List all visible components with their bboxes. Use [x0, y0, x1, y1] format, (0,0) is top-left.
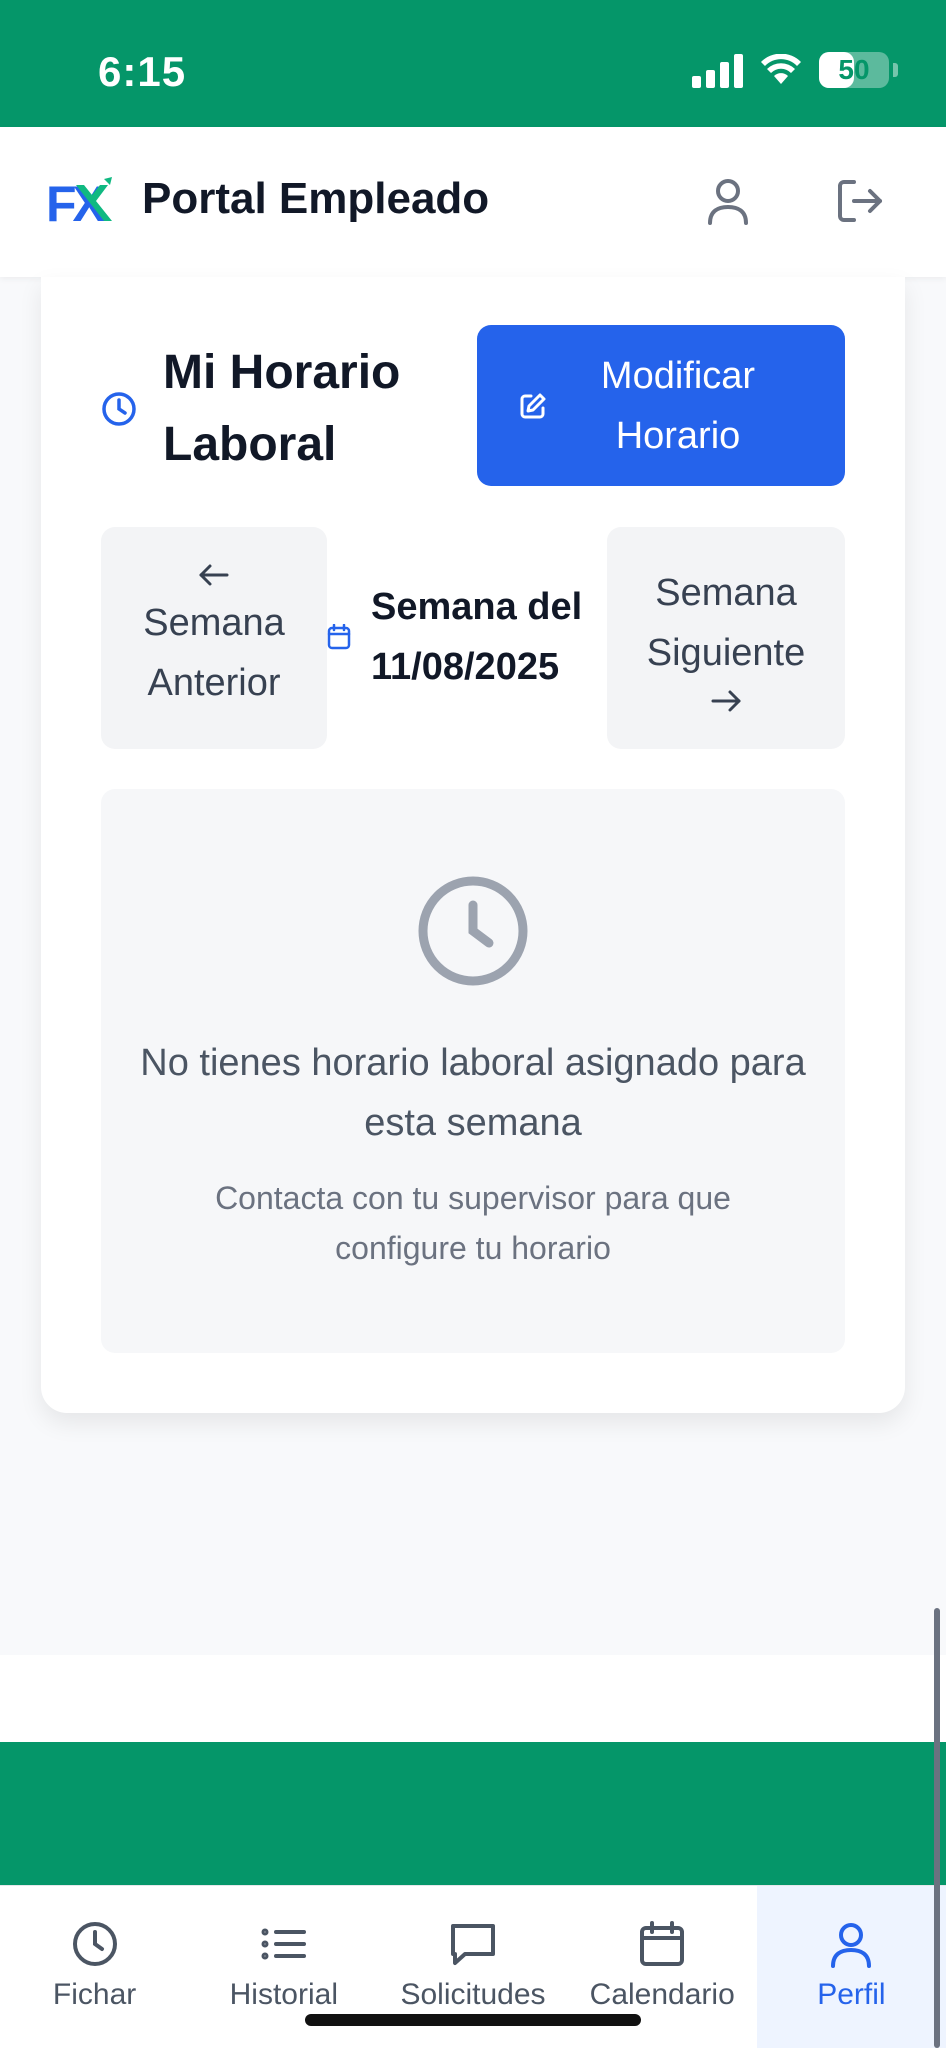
- week-indicator: Semana del 11/08/2025: [327, 577, 607, 697]
- tab-label: Fichar: [52, 1978, 137, 2011]
- logout-button[interactable]: [830, 171, 890, 231]
- clock-icon: [102, 392, 136, 426]
- home-indicator[interactable]: [305, 2014, 641, 2026]
- message-icon: [451, 1924, 495, 1965]
- user-icon: [831, 1923, 872, 1968]
- card-header: Mi Horario Laboral: [101, 337, 453, 481]
- clock-icon: [418, 876, 528, 986]
- footer-spacer: [0, 1655, 946, 1742]
- calendar-icon: [640, 1921, 685, 1966]
- status-icons: 50: [692, 52, 898, 88]
- app-title: Portal Empleado: [142, 174, 490, 223]
- arrow-left-icon: [199, 564, 229, 586]
- list-icon: [261, 1928, 306, 1960]
- next-week-button[interactable]: Semana Siguiente: [607, 527, 845, 749]
- next-week-label: Semana Siguiente: [646, 572, 806, 674]
- week-label: Semana del 11/08/2025: [371, 586, 583, 688]
- profile-button[interactable]: [698, 171, 758, 231]
- status-bar: 6:15 50: [0, 0, 946, 127]
- app-header: FX Portal Empleado: [0, 127, 946, 277]
- tab-label: Perfil: [817, 1978, 886, 2011]
- empty-state: No tienes horario laboral asignado para …: [101, 789, 845, 1353]
- card-title: Mi Horario Laboral: [163, 346, 401, 471]
- empty-state-title: No tienes horario laboral asignado para …: [140, 1042, 806, 1144]
- arrow-right-icon: [711, 690, 741, 712]
- user-icon: [708, 179, 748, 225]
- schedule-card: Mi Horario Laboral Modificar Horario Sem…: [41, 277, 905, 1413]
- tab-perfil[interactable]: Perfil: [756, 1886, 946, 2048]
- calendar-icon: [327, 624, 351, 650]
- clock-icon: [72, 1922, 117, 1966]
- logout-icon: [838, 180, 882, 222]
- tab-label: Calendario: [589, 1978, 735, 2011]
- previous-week-button[interactable]: Semana Anterior: [101, 527, 327, 749]
- empty-state-subtitle: Contacta con tu supervisor para que conf…: [215, 1180, 731, 1266]
- previous-week-label: Semana Anterior: [143, 602, 285, 704]
- fx-logo: FX: [46, 176, 112, 227]
- wifi-icon: [761, 54, 801, 84]
- scroll-indicator[interactable]: [934, 1608, 940, 2048]
- battery-icon: 50: [819, 52, 889, 88]
- footer-band: [0, 1742, 946, 1885]
- battery-percentage: 50: [838, 54, 870, 85]
- modify-schedule-label: Modificar Horario: [600, 354, 756, 457]
- tab-label: Solicitudes: [400, 1978, 546, 2011]
- status-time: 6:15: [98, 48, 187, 95]
- tab-fichar[interactable]: Fichar: [0, 1886, 189, 2048]
- edit-icon: [520, 393, 546, 418]
- tab-label: Historial: [229, 1978, 338, 2011]
- svg-text:FX: FX: [46, 176, 106, 227]
- cellular-signal-icon: [692, 52, 743, 88]
- modify-schedule-button[interactable]: Modificar Horario: [477, 325, 845, 486]
